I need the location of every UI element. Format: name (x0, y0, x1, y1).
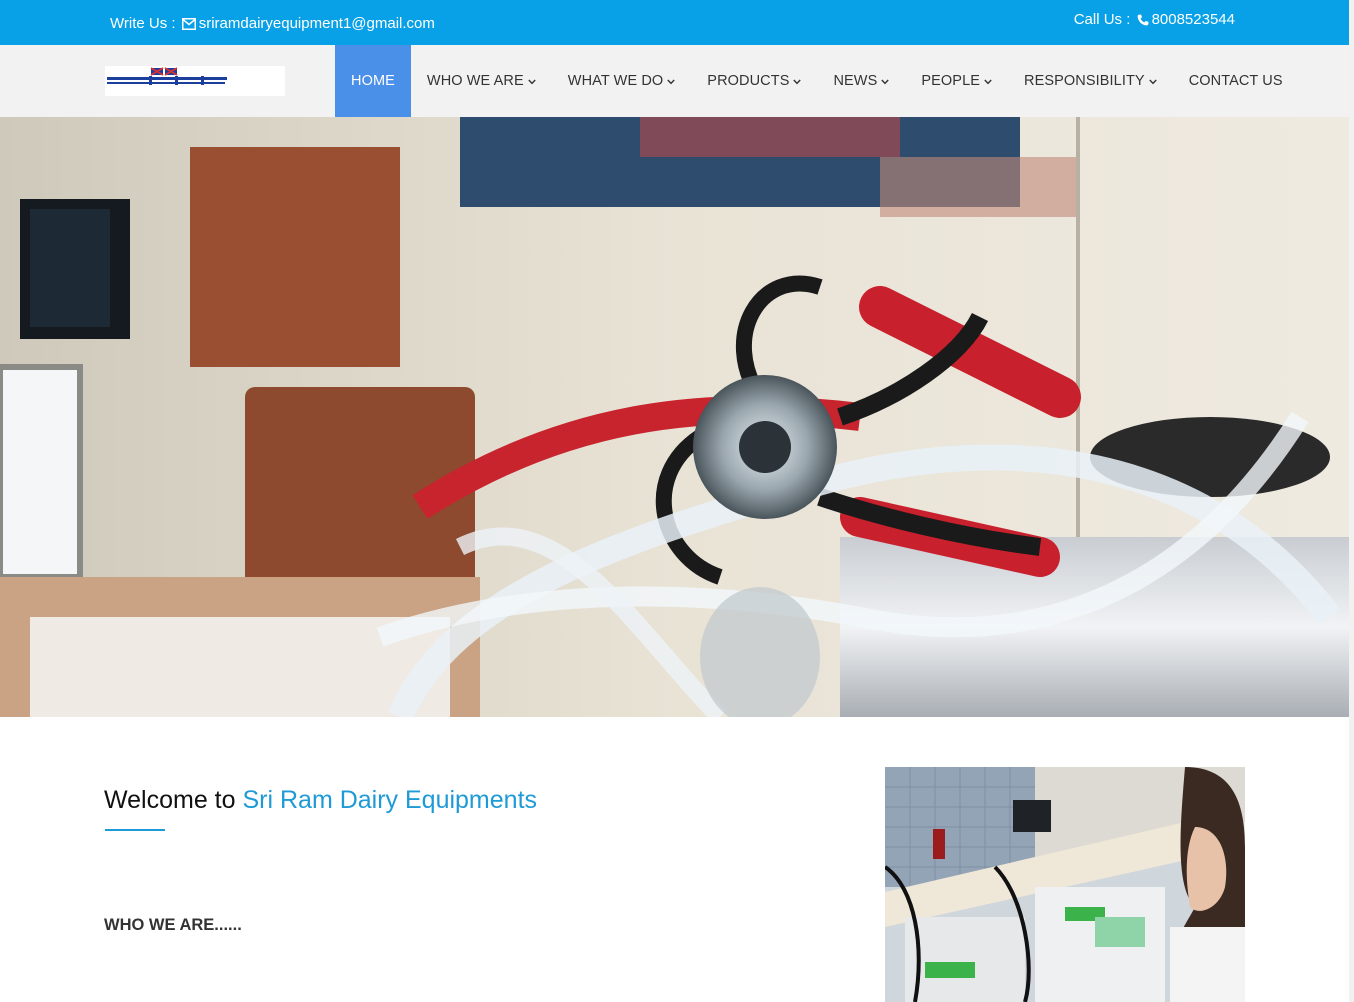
chevron-down-icon (793, 73, 802, 89)
call-us-label: Call Us : (1073, 11, 1131, 28)
phone-link[interactable]: 8008523544 (1152, 11, 1235, 28)
main-navbar: HOME WHO WE ARE WHAT WE DO PRODUCTS NEWS… (0, 45, 1349, 117)
nav-item-label: RESPONSIBILITY (1024, 73, 1145, 89)
nav-item-label: PEOPLE (921, 73, 981, 89)
lab-equipment-photo (885, 767, 1245, 1002)
hero-banner-image (0, 117, 1349, 717)
write-us-contact[interactable]: Write Us : sriramdairyequipment1@gmail.c… (110, 15, 435, 34)
call-us-contact[interactable]: Call Us : 8008523544 (1074, 11, 1235, 30)
nav-item-label: NEWS (833, 73, 878, 89)
nav-item-responsibility[interactable]: RESPONSIBILITY (1008, 45, 1173, 117)
nav-item-what-we-do[interactable]: WHAT WE DO (552, 45, 692, 117)
page-scrollbar[interactable] (1349, 0, 1354, 1002)
chevron-down-icon (881, 73, 890, 89)
chevron-down-icon (528, 73, 536, 89)
company-logo[interactable] (105, 66, 285, 96)
who-we-are-heading: WHO WE ARE...... (104, 916, 242, 934)
chevron-down-icon (984, 73, 992, 89)
company-name: Sri Ram Dairy Equipments (242, 786, 538, 814)
nav-item-label: WHAT WE DO (567, 73, 664, 89)
nav-item-people[interactable]: PEOPLE (905, 45, 1008, 117)
email-link[interactable]: sriramdairyequipment1@gmail.com (199, 15, 435, 32)
envelope-icon (181, 17, 196, 34)
nav-item-label: PRODUCTS (707, 73, 790, 89)
nav-item-contact-us[interactable]: CONTACT US (1173, 45, 1299, 117)
nav-item-home[interactable]: HOME (335, 45, 411, 117)
chevron-down-icon (1148, 73, 1157, 89)
welcome-prefix: Welcome to (104, 786, 236, 814)
write-us-label: Write Us : (110, 15, 176, 32)
nav-item-products[interactable]: PRODUCTS (691, 45, 817, 117)
nav-item-label: CONTACT US (1188, 73, 1283, 89)
heading-underline (105, 829, 165, 831)
phone-icon (1137, 13, 1149, 30)
nav-menu: HOME WHO WE ARE WHAT WE DO PRODUCTS NEWS… (335, 45, 1299, 117)
nav-item-label: WHO WE ARE (426, 73, 524, 89)
chevron-down-icon (667, 73, 676, 89)
nav-item-news[interactable]: NEWS (817, 45, 905, 117)
nav-item-who-we-are[interactable]: WHO WE ARE (411, 45, 552, 117)
welcome-heading: Welcome to Sri Ram Dairy Equipments (104, 786, 537, 815)
nav-item-label: HOME (351, 73, 395, 89)
top-contact-bar: Write Us : sriramdairyequipment1@gmail.c… (0, 0, 1349, 45)
